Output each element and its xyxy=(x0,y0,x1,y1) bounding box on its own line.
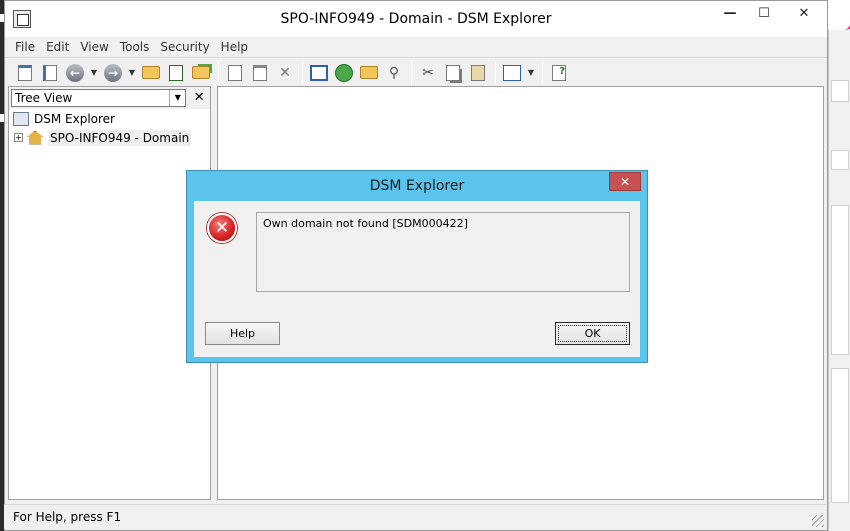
history-icon[interactable] xyxy=(332,62,356,84)
forward-icon[interactable]: → xyxy=(101,62,125,84)
tree-item-label: SPO-INFO949 - Domain xyxy=(48,129,192,146)
ok-button-label: OK xyxy=(558,325,627,342)
title-bar: SPO-INFO949 - Domain - DSM Explorer — ☐ … xyxy=(5,1,827,37)
ok-button[interactable]: OK xyxy=(555,322,630,345)
toolbar-separator xyxy=(542,61,543,84)
tree-view-close-button[interactable]: ✕ xyxy=(190,89,208,107)
dialog-message: Own domain not found [SDM000422] xyxy=(256,212,630,292)
menu-edit[interactable]: Edit xyxy=(46,40,69,54)
delete-icon[interactable]: ✕ xyxy=(273,62,297,84)
tree-item-domain[interactable]: + SPO-INFO949 - Domain xyxy=(9,128,210,147)
tree-item-label: DSM Explorer xyxy=(34,111,115,126)
toolbar: ← ▼ → ▼ ✕ ⚲ ✂ ▼ ? xyxy=(5,57,827,87)
up-folder-icon[interactable] xyxy=(139,62,163,84)
toolbar-separator xyxy=(411,61,412,84)
menu-file[interactable]: File xyxy=(15,40,35,54)
toolbar-separator xyxy=(302,61,303,84)
dialog-title: DSM Explorer xyxy=(369,178,465,194)
error-icon: ✕ xyxy=(207,213,237,243)
find-icon[interactable]: ⚲ xyxy=(382,62,406,84)
menu-tools[interactable]: Tools xyxy=(120,40,150,54)
forward-dropdown-icon[interactable]: ▼ xyxy=(126,62,138,84)
dialog-body: ✕ Own domain not found [SDM000422] Help … xyxy=(194,201,640,357)
status-bar: For Help, press F1 xyxy=(4,504,826,529)
close-button[interactable]: ✕ xyxy=(781,1,827,25)
toolbar-separator xyxy=(495,61,496,84)
menu-view[interactable]: View xyxy=(80,40,108,54)
domain-house-icon xyxy=(27,130,43,145)
tree-view-header: Tree View ▼ ✕ xyxy=(9,87,210,109)
open-folder-icon[interactable] xyxy=(357,62,381,84)
help-button[interactable]: Help xyxy=(205,322,280,345)
menu-help[interactable]: Help xyxy=(221,40,248,54)
back-dropdown-icon[interactable]: ▼ xyxy=(88,62,100,84)
window-controls: — ☐ ✕ xyxy=(713,1,827,27)
tree-item-dsm-explorer[interactable]: DSM Explorer xyxy=(9,109,210,128)
minimize-button[interactable]: — xyxy=(713,1,747,25)
export-icon[interactable] xyxy=(38,62,62,84)
new-folder-icon[interactable] xyxy=(189,62,213,84)
status-text: For Help, press F1 xyxy=(13,510,122,524)
cut-icon[interactable]: ✂ xyxy=(416,62,440,84)
dialog-title-bar: DSM Explorer ✕ xyxy=(187,171,647,201)
tree-view-selector-value: Tree View xyxy=(15,91,73,105)
background-app-accent xyxy=(826,0,850,30)
new-document-icon[interactable] xyxy=(223,62,247,84)
dialog-close-button[interactable]: ✕ xyxy=(609,172,641,191)
help-icon[interactable]: ? xyxy=(547,62,571,84)
show-hide-tree-icon[interactable] xyxy=(13,62,37,84)
paste-icon[interactable] xyxy=(466,62,490,84)
dsm-explorer-icon xyxy=(13,111,29,126)
view-options-icon[interactable] xyxy=(500,62,524,84)
refresh-icon[interactable] xyxy=(164,62,188,84)
menu-security[interactable]: Security xyxy=(160,40,209,54)
menu-bar: File Edit View Tools Security Help xyxy=(5,37,827,57)
details-view-icon[interactable] xyxy=(307,62,331,84)
expand-icon[interactable]: + xyxy=(14,133,23,142)
view-options-dropdown-icon[interactable]: ▼ xyxy=(525,62,537,84)
tree-view-selector[interactable]: Tree View ▼ xyxy=(11,89,187,107)
copy-icon[interactable] xyxy=(441,62,465,84)
chevron-down-icon[interactable]: ▼ xyxy=(169,90,185,106)
toolbar-separator xyxy=(218,61,219,84)
resize-grip-icon[interactable] xyxy=(812,515,824,527)
background-window xyxy=(828,0,850,531)
error-dialog: DSM Explorer ✕ ✕ Own domain not found [S… xyxy=(186,170,648,363)
tree-view-pane: Tree View ▼ ✕ DSM Explorer + SPO-INFO949… xyxy=(8,86,211,500)
properties-icon[interactable] xyxy=(248,62,272,84)
maximize-button[interactable]: ☐ xyxy=(747,1,781,25)
back-icon[interactable]: ← xyxy=(63,62,87,84)
window-title: SPO-INFO949 - Domain - DSM Explorer xyxy=(280,11,552,27)
